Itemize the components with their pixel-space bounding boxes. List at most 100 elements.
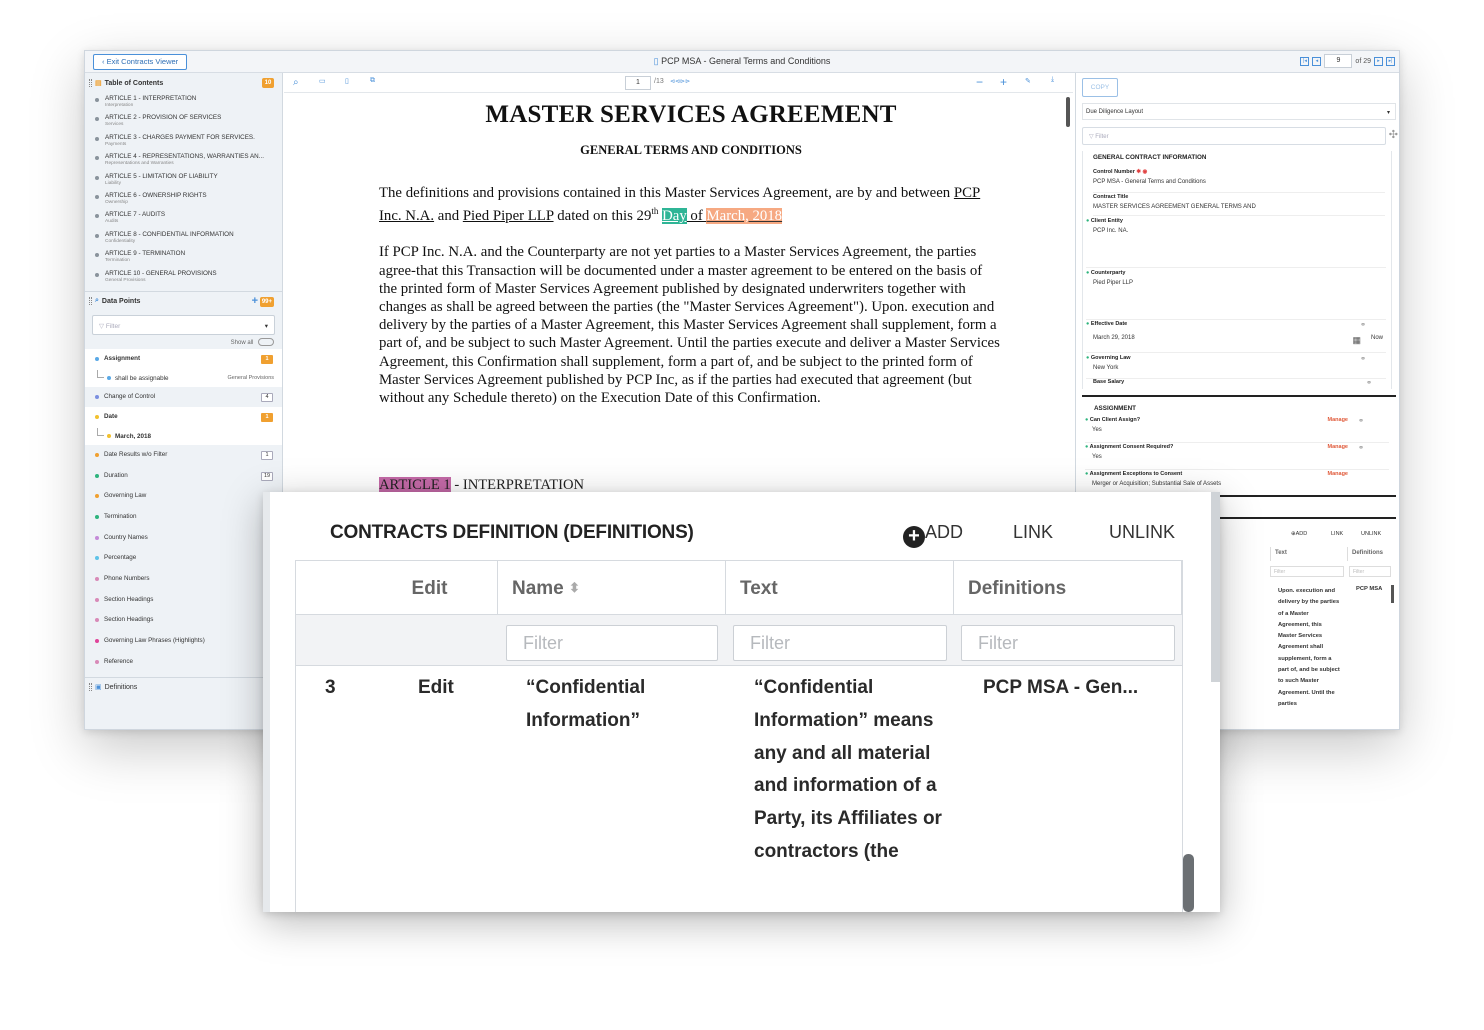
manage-link[interactable]: Manage	[1328, 444, 1348, 450]
toc-item[interactable]: ARTICLE 3 - CHARGES PAYMENT FOR SERVICES…	[85, 132, 282, 151]
link-icon[interactable]: ⚭	[1366, 379, 1372, 387]
day-highlight[interactable]: Day	[662, 208, 687, 225]
last-page-icon[interactable]: ▸|	[1386, 56, 1395, 66]
mini-filter-definitions[interactable]: Filter	[1349, 566, 1391, 577]
toc-item[interactable]: ARTICLE 9 - TERMINATION Termination	[85, 248, 282, 267]
datapoint-item[interactable]: Assignment 1	[85, 348, 282, 370]
prev-page-icon[interactable]: ◂	[1312, 56, 1322, 66]
filter-definitions-input[interactable]: Filter	[961, 625, 1175, 661]
toc-item[interactable]: ARTICLE 10 - GENERAL PROVISIONS General P…	[85, 268, 282, 287]
filter-name-input[interactable]: Filter	[506, 625, 718, 661]
datapoint-result[interactable]: shall be assignable General Provisions	[85, 369, 282, 387]
link-icon[interactable]: ⚭	[1360, 355, 1366, 363]
doc-scrollbar[interactable]	[1066, 97, 1070, 127]
mini-unlink-button[interactable]: UNLINK	[1361, 531, 1381, 537]
calendar-icon[interactable]: ▦	[1352, 335, 1361, 346]
toc-item[interactable]: ARTICLE 8 - CONFIDENTIAL INFORMATION Conf…	[85, 229, 282, 248]
assignment-field[interactable]: ● Can Client Assign? Yes Manage ⚭	[1085, 417, 1389, 443]
datapoints-filter-select[interactable]: ▽ Filter ▾	[92, 314, 275, 335]
link-icon[interactable]: ⚭	[1358, 417, 1364, 425]
mini-link-button[interactable]: LINK	[1331, 531, 1343, 537]
toc-item[interactable]: ARTICLE 4 - REPRESENTATIONS, WARRANTIES …	[85, 151, 282, 170]
toc-item[interactable]: ARTICLE 5 - LIMITATION OF LIABILITY Liabi…	[85, 171, 282, 190]
search-icon[interactable]: ⌕	[293, 77, 299, 88]
section-heading-highlight[interactable]: ARTICLE 1	[379, 477, 451, 493]
copy-pages-icon[interactable]: ⧉	[370, 77, 375, 85]
mini-col-text[interactable]: Text	[1270, 547, 1350, 561]
download-icon[interactable]: ⤓	[1051, 76, 1054, 84]
date-highlight[interactable]: March, 2018	[706, 208, 783, 225]
assignment-field[interactable]: ● Assignment Consent Required? Yes Manage ⚭	[1085, 444, 1389, 470]
datapoint-item[interactable]: Country Names	[85, 528, 282, 549]
add-datapoint-icon[interactable]: +	[252, 295, 258, 307]
datapoint-item[interactable]: Change of Control 4	[85, 387, 282, 408]
definitions-header[interactable]: ▣ Definitions	[85, 676, 282, 697]
zoom-out-icon[interactable]: −	[976, 75, 983, 89]
counterparty-field[interactable]: ● Counterparty Pied Piper LLP	[1086, 270, 1386, 320]
mini-scrollbar[interactable]	[1391, 585, 1394, 603]
datapoint-item[interactable]: Governing Law Phrases (Highlights)	[85, 631, 282, 652]
base-salary-field[interactable]: Base Salary ⚭	[1093, 379, 1385, 391]
manage-link[interactable]: Manage	[1328, 417, 1348, 423]
copy-button[interactable]: COPY	[1082, 78, 1118, 97]
page-input[interactable]: 9	[1324, 54, 1353, 68]
effective-date-field[interactable]: ● Effective Date March 29, 2018 ⚭ ▦ Now	[1086, 321, 1386, 353]
link-icon[interactable]: ⚭	[1360, 321, 1366, 329]
governing-law-field[interactable]: ● Governing Law New York ⚭	[1086, 355, 1386, 379]
toc-item[interactable]: ARTICLE 1 - INTERPRETATION Interpretation	[85, 93, 282, 112]
show-all-toggle[interactable]: Show all	[85, 335, 282, 349]
column-edit[interactable]: Edit	[296, 561, 498, 614]
document-icon[interactable]: ▯	[345, 77, 349, 85]
datapoint-result[interactable]: March, 2018	[85, 427, 282, 445]
sort-icon[interactable]: ⬍	[569, 580, 580, 595]
drag-handle-icon[interactable]	[89, 79, 92, 87]
datapoint-item[interactable]: Governing Law	[85, 486, 282, 507]
right-filter-input[interactable]: ▽ Filter	[1082, 127, 1386, 145]
mini-filter-text[interactable]: Filter	[1270, 566, 1344, 577]
toc-item[interactable]: ARTICLE 6 - OWNERSHIP RIGHTS Ownership	[85, 190, 282, 209]
now-button[interactable]: Now	[1371, 335, 1383, 341]
drag-handle-icon[interactable]	[89, 683, 92, 692]
grid-scrollbar[interactable]	[1183, 854, 1194, 912]
unlink-button[interactable]: UNLINK	[1109, 522, 1175, 543]
thumbnails-icon[interactable]: ▭	[319, 77, 326, 85]
party-counterparty-highlight[interactable]: Pied Piper LLP	[463, 208, 554, 224]
drag-handle-icon[interactable]	[89, 297, 92, 306]
datapoints-header[interactable]: ⌕ Data Points + 99+	[85, 290, 282, 311]
toc-item[interactable]: ARTICLE 7 - AUDITS Audits	[85, 209, 282, 228]
contract-title-field[interactable]: Contract Title MASTER SERVICES AGREEMENT…	[1093, 194, 1385, 216]
mini-col-definitions[interactable]: Definitions	[1347, 547, 1393, 561]
client-entity-field[interactable]: ● Client Entity PCP Inc. NA.	[1086, 218, 1386, 268]
row-edit-link[interactable]: Edit	[418, 672, 454, 705]
next-page-icon[interactable]: ▸	[1374, 56, 1383, 66]
datapoint-item[interactable]: Percentage	[85, 548, 282, 569]
manage-link[interactable]: Manage	[1328, 471, 1348, 477]
move-icon[interactable]: ✣	[1389, 128, 1398, 141]
datapoint-item[interactable]: Termination	[85, 507, 282, 528]
doc-page-input[interactable]: 1	[625, 76, 651, 90]
datapoint-item[interactable]: Duration 19	[85, 466, 282, 487]
toggle-switch-icon[interactable]	[258, 338, 274, 347]
datapoint-item[interactable]: Date 1	[85, 407, 282, 428]
add-button[interactable]: + ADD	[903, 522, 963, 548]
zoom-in-icon[interactable]: +	[1000, 75, 1007, 89]
mini-add-button[interactable]: ⊕ADD	[1291, 531, 1307, 537]
layout-select[interactable]: Due Diligence Layout ▾	[1082, 103, 1396, 120]
datapoint-item[interactable]: Reference	[85, 652, 282, 673]
link-icon[interactable]: ⚭	[1358, 444, 1364, 452]
column-text[interactable]: Text	[726, 561, 954, 614]
column-definitions[interactable]: Definitions	[954, 561, 1182, 614]
datapoint-item[interactable]: Date Results w/o Filter 1	[85, 445, 282, 466]
column-name[interactable]: Name ⬍	[498, 561, 726, 614]
filter-text-input[interactable]: Filter	[733, 625, 947, 661]
page-nav-icon[interactable]: ⊲⊲⊳⊳	[670, 78, 690, 85]
toc-item[interactable]: ARTICLE 2 - PROVISION OF SERVICES Service…	[85, 112, 282, 131]
annotate-icon[interactable]: ✎	[1025, 77, 1031, 85]
toc-header[interactable]: ▤ Table of Contents 10	[85, 73, 282, 93]
first-page-icon[interactable]: |◂	[1300, 56, 1310, 66]
datapoint-item[interactable]: Phone Numbers	[85, 569, 282, 590]
link-button[interactable]: LINK	[1013, 522, 1053, 543]
datapoint-item[interactable]: Section Headings	[85, 610, 282, 631]
control-number-field[interactable]: Control Number ✱ ◉ PCP MSA - General Ter…	[1093, 169, 1385, 193]
datapoint-item[interactable]: Section Headings	[85, 590, 282, 611]
